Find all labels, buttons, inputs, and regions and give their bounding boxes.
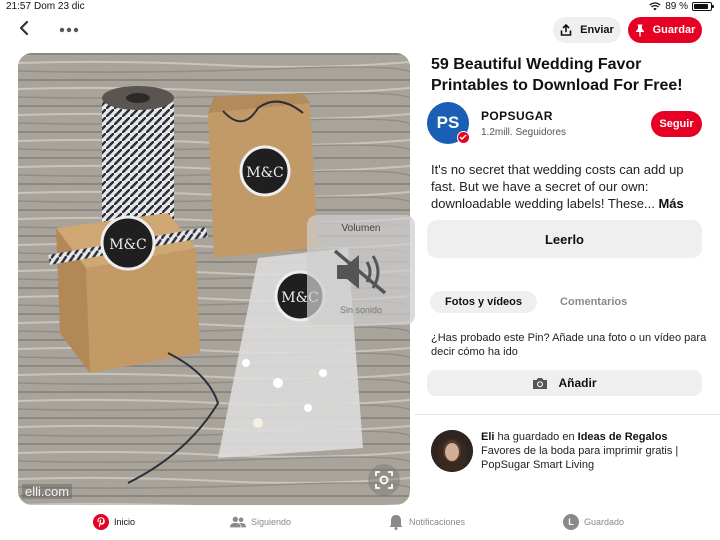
- pin-description: It's no secret that wedding costs can ad…: [431, 161, 705, 212]
- follow-button[interactable]: Seguir: [651, 111, 702, 137]
- tab-photos-videos[interactable]: Fotos y vídeos: [430, 291, 538, 313]
- pushpin-icon: [635, 24, 644, 36]
- nav-notifications[interactable]: Notificaciones: [388, 514, 465, 530]
- tab-comments[interactable]: Comentarios: [545, 291, 642, 313]
- status-bar: 21:57 Dom 23 dic 89 %: [0, 0, 720, 14]
- camera-icon: [533, 377, 548, 389]
- send-label: Enviar: [580, 24, 614, 36]
- nav-following[interactable]: Siguiendo: [230, 514, 291, 530]
- save-label: Guardar: [652, 24, 696, 36]
- activity-text: Eli ha guardado en Ideas de Regalos Favo…: [481, 430, 706, 472]
- divider: [415, 414, 720, 415]
- speaker-muted-icon: [333, 249, 387, 295]
- nav-saved-label: Guardado: [584, 517, 625, 527]
- battery-percent: 89 %: [665, 1, 688, 12]
- svg-text:M&C: M&C: [109, 237, 147, 253]
- nav-notifications-label: Notificaciones: [409, 517, 466, 527]
- status-time: 21:57: [6, 1, 32, 12]
- add-label: Añadir: [558, 376, 597, 390]
- followers-count: 1.2mill. Seguidores: [481, 127, 567, 138]
- activity-caption: Favores de la boda para imprimir gratis …: [481, 445, 679, 471]
- ellipsis-icon: [59, 27, 79, 33]
- visual-search-button[interactable]: [368, 464, 400, 496]
- add-photo-button[interactable]: Añadir: [427, 370, 702, 396]
- people-icon: [230, 514, 246, 530]
- bell-icon: [388, 514, 404, 530]
- pinterest-logo-icon: [93, 514, 109, 530]
- nav-saved[interactable]: L Guardado: [563, 514, 624, 530]
- pin-watermark: elli.com: [22, 484, 73, 499]
- tabs: Fotos y vídeos Comentarios: [430, 291, 642, 313]
- back-button[interactable]: [14, 20, 34, 40]
- save-button[interactable]: Guardar: [628, 17, 702, 43]
- nav-home-label: Inicio: [114, 517, 136, 527]
- battery-icon: [692, 2, 714, 11]
- status-date: Dom 23 dic: [34, 1, 85, 12]
- description-text: It's no secret that wedding costs can ad…: [431, 162, 684, 211]
- svg-text:M&C: M&C: [246, 165, 284, 181]
- tried-prompt: ¿Has probado este Pin? Añade una foto o …: [431, 332, 707, 358]
- nav-following-label: Siguiendo: [251, 517, 292, 527]
- pin-title[interactable]: 59 Beautiful Wedding Favor Printables to…: [431, 54, 706, 96]
- verified-badge: [457, 131, 470, 144]
- status-right: 89 %: [649, 1, 714, 12]
- more-link[interactable]: Más: [658, 196, 683, 211]
- volume-hud: Volumen Sin sonido: [307, 215, 415, 325]
- checkmark-icon: [459, 134, 467, 141]
- chevron-left-icon: [19, 20, 29, 36]
- activity-board-name[interactable]: Ideas de Regalos: [578, 431, 668, 443]
- profile-avatar-letter: L: [563, 514, 579, 530]
- read-button[interactable]: Leerlo: [427, 220, 702, 258]
- activity-user-avatar[interactable]: [431, 430, 473, 472]
- nav-home[interactable]: Inicio: [93, 514, 135, 530]
- user-portrait: [431, 430, 473, 472]
- visual-search-icon: [375, 471, 393, 489]
- bottom-nav: Inicio Siguiendo Notificaciones L Guarda…: [0, 510, 720, 540]
- more-options-button[interactable]: [58, 20, 80, 40]
- profile-name[interactable]: POPSUGAR: [481, 109, 553, 123]
- activity-user-name[interactable]: Eli: [481, 431, 494, 443]
- send-button[interactable]: Enviar: [553, 17, 621, 43]
- wifi-icon: [649, 2, 661, 11]
- activity-action: ha guardado en: [497, 431, 575, 443]
- volume-hud-title: Volumen: [341, 223, 381, 234]
- volume-hud-subtitle: Sin sonido: [339, 305, 383, 315]
- profile-avatar-icon: L: [563, 514, 579, 530]
- share-icon: [560, 24, 572, 36]
